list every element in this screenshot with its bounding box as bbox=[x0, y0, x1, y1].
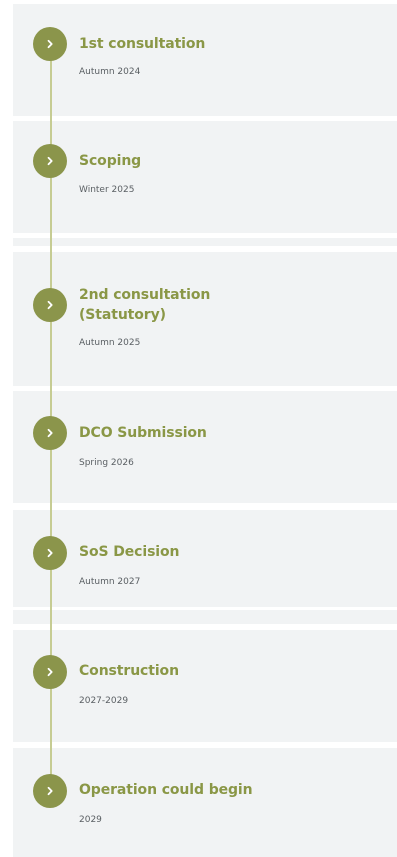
timeline-item-title: Operation could begin bbox=[79, 782, 253, 798]
timeline-item-date: Winter 2025 bbox=[79, 185, 135, 195]
timeline-toggle-button[interactable] bbox=[33, 536, 67, 570]
timeline-item-title: DCO Submission bbox=[79, 425, 207, 441]
timeline-card-7 bbox=[13, 748, 397, 857]
timeline-item-date: Autumn 2027 bbox=[79, 577, 141, 587]
timeline-item-date: 2029 bbox=[79, 815, 102, 825]
timeline-card-2 bbox=[13, 121, 397, 233]
timeline-toggle-button[interactable] bbox=[33, 416, 67, 450]
project-timeline: 1st consultation Autumn 2024 Scoping Win… bbox=[0, 0, 397, 857]
chevron-right-icon bbox=[47, 548, 53, 558]
chevron-right-icon bbox=[47, 300, 53, 310]
timeline-item-title: Construction bbox=[79, 663, 179, 679]
timeline-toggle-button[interactable] bbox=[33, 27, 67, 61]
chevron-right-icon bbox=[47, 39, 53, 49]
timeline-card-6 bbox=[13, 630, 397, 742]
timeline-toggle-button[interactable] bbox=[33, 144, 67, 178]
chevron-right-icon bbox=[47, 667, 53, 677]
chevron-right-icon bbox=[47, 428, 53, 438]
chevron-right-icon bbox=[47, 156, 53, 166]
timeline-item-date: Spring 2026 bbox=[79, 458, 134, 468]
timeline-card-5 bbox=[13, 510, 397, 607]
timeline-item-date: Autumn 2025 bbox=[79, 338, 141, 348]
timeline-item-title: 1st consultation bbox=[79, 36, 206, 52]
timeline-item-title: 2nd consultation (Statutory) bbox=[79, 285, 210, 325]
timeline-item-title: SoS Decision bbox=[79, 544, 180, 560]
timeline-item-title: Scoping bbox=[79, 153, 142, 169]
timeline-toggle-button[interactable] bbox=[33, 288, 67, 322]
timeline-divider-strip bbox=[13, 610, 397, 624]
timeline-toggle-button[interactable] bbox=[33, 655, 67, 689]
timeline-item-date: Autumn 2024 bbox=[79, 67, 141, 77]
timeline-item-title-line: 2nd consultation bbox=[79, 287, 211, 303]
chevron-right-icon bbox=[47, 786, 53, 796]
timeline-item-title-line: (Statutory) bbox=[79, 307, 166, 323]
timeline-toggle-button[interactable] bbox=[33, 774, 67, 808]
timeline-card-4 bbox=[13, 391, 397, 503]
timeline-card-1 bbox=[13, 4, 397, 116]
timeline-item-date: 2027-2029 bbox=[79, 696, 129, 706]
timeline-divider-strip bbox=[13, 238, 397, 246]
